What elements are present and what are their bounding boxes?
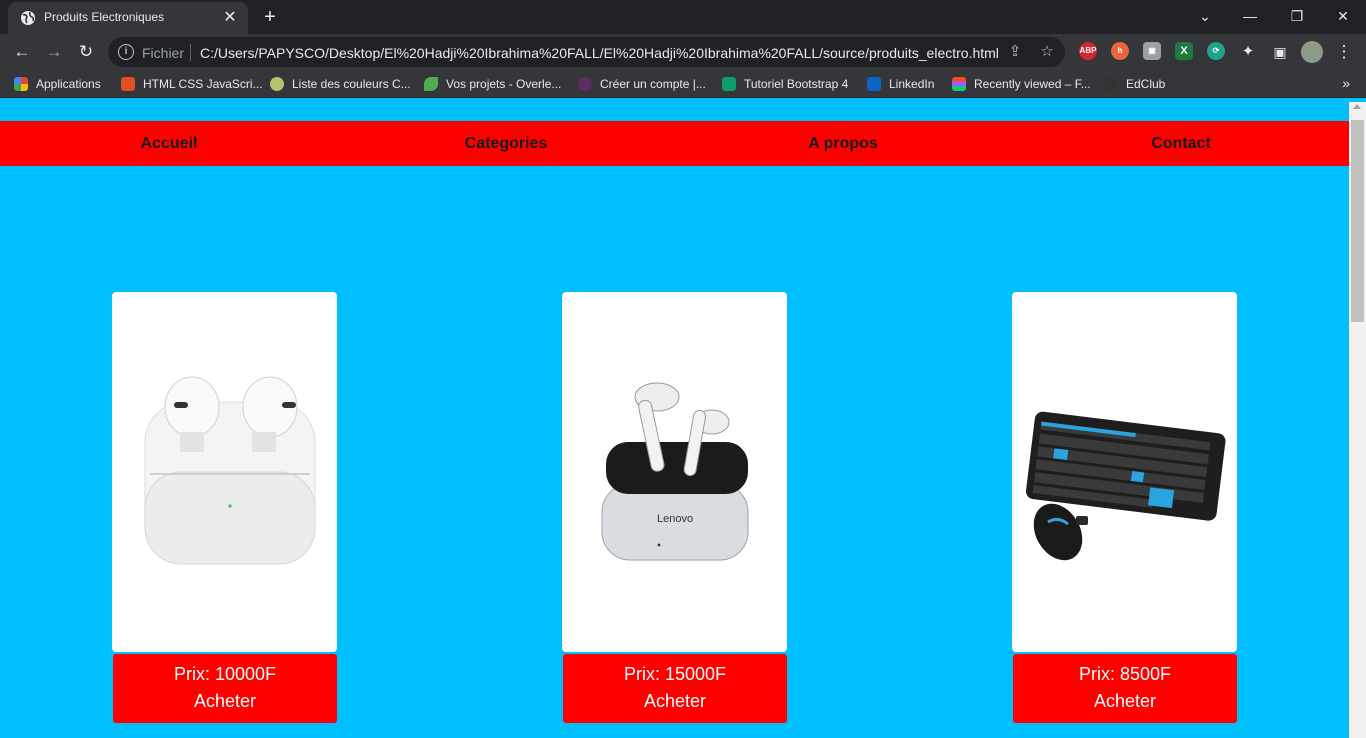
share-icon[interactable]: ⇪ (1005, 42, 1025, 62)
bookmark-label: Applications (36, 77, 101, 91)
bookmark-star-icon[interactable]: ☆ (1037, 42, 1057, 62)
site-info-icon[interactable]: i (118, 44, 134, 60)
html-css-icon (121, 77, 135, 91)
profile-avatar[interactable] (1301, 41, 1323, 63)
tab-strip: Produits Electroniques ✕ + ⌄ — ❐ ✕ (0, 0, 1366, 34)
tab-title: Produits Electroniques (44, 10, 165, 24)
bookmark-figma[interactable]: Recently viewed – F... (952, 76, 1091, 92)
sync-extension-icon[interactable]: ⟳ (1207, 42, 1225, 60)
browser-toolbar: ← → ↻ i Fichier C:/Users/PAPYSCO/Desktop… (0, 34, 1366, 70)
new-tab-button[interactable]: + (258, 6, 282, 30)
browser-tab[interactable]: Produits Electroniques ✕ (8, 2, 248, 34)
bookmark-label: Vos projets - Overle... (446, 77, 562, 91)
excel-extension-icon[interactable]: X (1175, 42, 1193, 60)
edclub-icon (1104, 77, 1118, 91)
product-price: Prix: 8500F (1078, 664, 1172, 684)
tab-search-icon[interactable]: ⌄ (1190, 4, 1220, 28)
side-panel-icon[interactable]: ▣ (1268, 40, 1292, 64)
address-divider (190, 44, 191, 61)
bookmark-overleaf[interactable]: Vos projets - Overle... (424, 76, 561, 92)
buy-button[interactable]: Acheter (113, 691, 337, 712)
bookmark-applications[interactable]: Applications (14, 76, 101, 92)
bookmark-label: Recently viewed – F... (974, 77, 1091, 91)
bookmarks-overflow-icon[interactable]: » (1342, 75, 1350, 91)
close-window-icon[interactable]: ✕ (1328, 4, 1358, 28)
adblock-extension-icon[interactable]: ABP (1079, 42, 1097, 60)
honey-extension-icon[interactable]: h (1111, 42, 1129, 60)
reload-icon[interactable]: ↻ (74, 40, 98, 64)
figma-icon (952, 77, 966, 91)
account-icon (578, 77, 592, 91)
buy-button[interactable]: Acheter (1013, 691, 1237, 712)
bookmark-couleurs[interactable]: Liste des couleurs C... (270, 76, 411, 92)
product-price: Prix: 15000F (623, 664, 727, 684)
scrollbar-thumb[interactable] (1351, 120, 1364, 322)
bookmarks-bar: Applications HTML CSS JavaScri... Liste … (0, 70, 1366, 98)
product-price-box: Prix: 10000F Acheter (113, 654, 337, 723)
bookmark-label: EdClub (1126, 77, 1166, 91)
address-scheme: Fichier (142, 45, 185, 61)
forward-arrow-icon[interactable]: → (42, 40, 66, 64)
screenshot-extension-icon[interactable]: ▣ (1143, 42, 1161, 60)
svg-text:Lenovo: Lenovo (657, 513, 693, 525)
product-price-box: Prix: 15000F Acheter (563, 654, 787, 723)
product-image-card (112, 292, 337, 652)
bookmark-linkedin[interactable]: LinkedIn (867, 76, 934, 92)
vertical-scrollbar[interactable] (1349, 102, 1366, 738)
back-arrow-icon[interactable]: ← (10, 40, 34, 64)
main-navbar: Accueil Categories A propos Contact (0, 121, 1349, 166)
bookmark-creer-compte[interactable]: Créer un compte |... (578, 76, 706, 92)
linkedin-icon (867, 77, 881, 91)
bookmark-edclub[interactable]: EdClub (1104, 76, 1165, 92)
apps-grid-icon (14, 77, 28, 91)
nav-link-contact[interactable]: Contact (1151, 135, 1211, 153)
lenovo-earbuds-icon: Lenovo (601, 382, 749, 561)
address-bar[interactable]: i Fichier C:/Users/PAPYSCO/Desktop/El%20… (108, 37, 1065, 67)
color-list-icon (270, 77, 284, 91)
globe-icon (21, 11, 35, 25)
extensions-puzzle-icon[interactable]: ✦ (1236, 40, 1260, 64)
keyboard-mouse-icon (1025, 411, 1226, 561)
bookmark-label: HTML CSS JavaScri... (143, 77, 263, 91)
bookmark-label: Créer un compte |... (600, 77, 706, 91)
bookmark-label: Tutoriel Bootstrap 4 (744, 77, 849, 91)
product-price: Prix: 10000F (173, 664, 277, 684)
bootstrap-icon (722, 77, 736, 91)
product-image-card (1012, 292, 1237, 652)
overleaf-icon (424, 77, 438, 91)
bookmark-bootstrap[interactable]: Tutoriel Bootstrap 4 (722, 76, 848, 92)
minimize-icon[interactable]: — (1235, 4, 1265, 28)
airpods-icon (144, 376, 316, 565)
bookmark-html-css[interactable]: HTML CSS JavaScri... (121, 76, 263, 92)
bookmark-label: LinkedIn (889, 77, 935, 91)
address-url[interactable]: C:/Users/PAPYSCO/Desktop/El%20Hadji%20Ib… (200, 45, 999, 61)
bookmark-label: Liste des couleurs C... (292, 77, 411, 91)
nav-link-a-propos[interactable]: A propos (808, 135, 878, 153)
nav-link-accueil[interactable]: Accueil (141, 135, 198, 153)
page-viewport: Accueil Categories A propos Contact Prix… (0, 102, 1349, 738)
product-image-card: Lenovo (562, 292, 787, 652)
nav-link-categories[interactable]: Categories (465, 135, 548, 153)
scroll-up-arrow-icon[interactable] (1353, 104, 1361, 109)
menu-kebab-icon[interactable]: ⋮ (1332, 40, 1356, 64)
buy-button[interactable]: Acheter (563, 691, 787, 712)
close-tab-icon[interactable]: ✕ (220, 8, 240, 28)
product-price-box: Prix: 8500F Acheter (1013, 654, 1237, 723)
restore-icon[interactable]: ❐ (1282, 4, 1312, 28)
